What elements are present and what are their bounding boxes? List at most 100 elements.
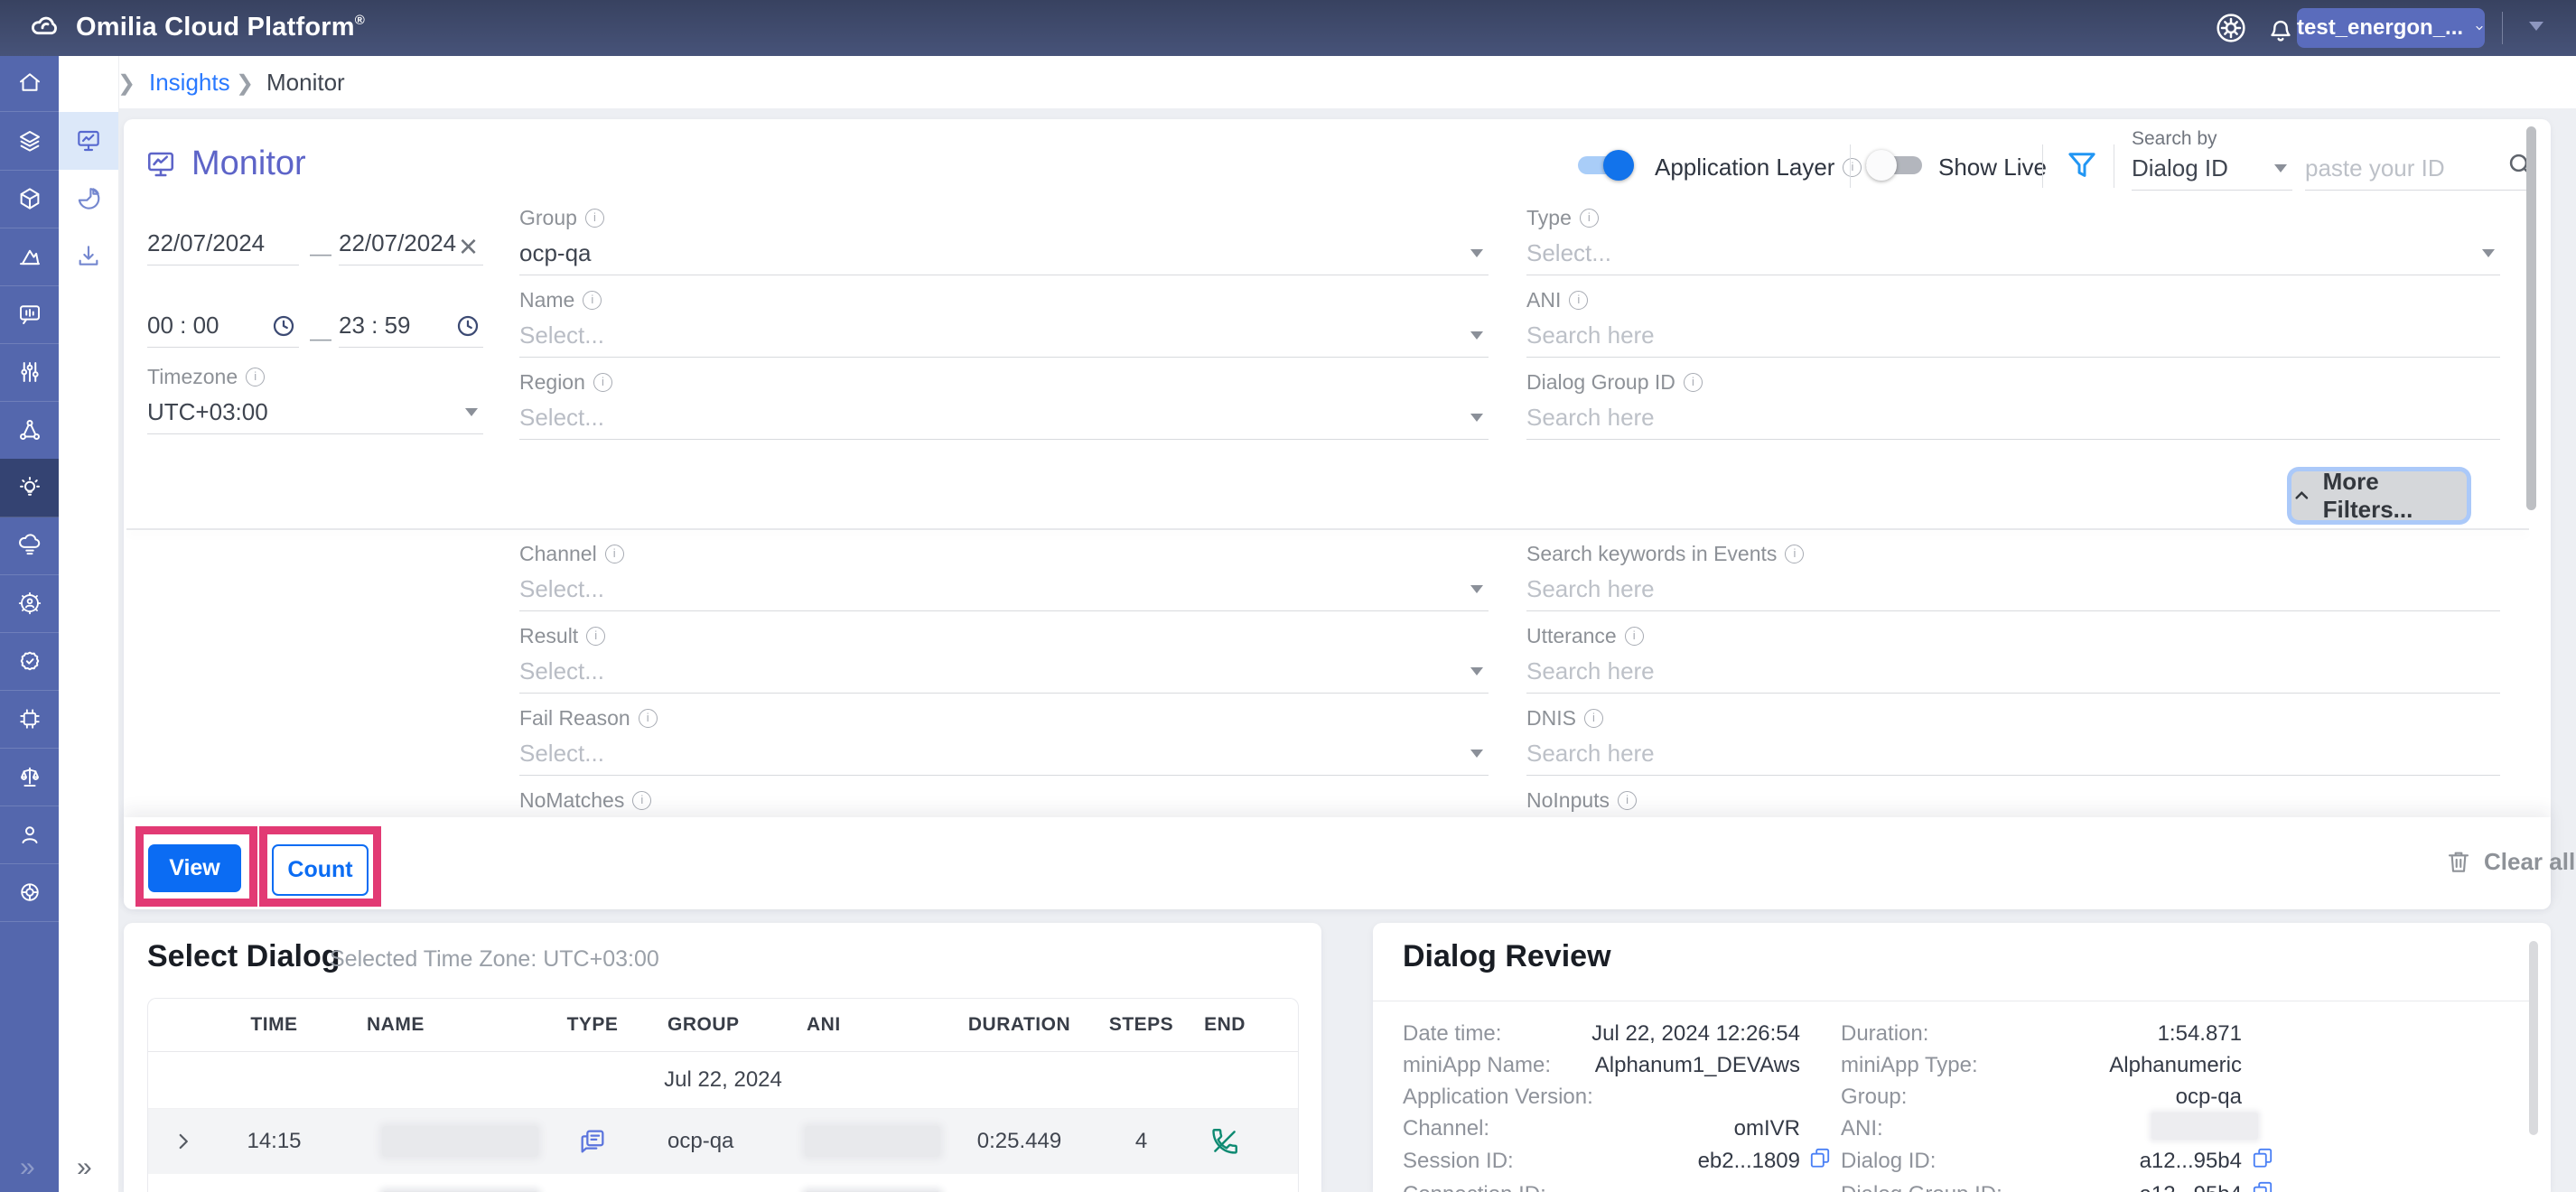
dialog-review-scrollbar[interactable] [2529, 941, 2538, 1135]
caret-down-icon [2274, 164, 2287, 172]
clear-dates-icon[interactable]: × [459, 228, 478, 265]
col-name[interactable]: NAME [331, 1014, 552, 1036]
col-ani[interactable]: ANI [778, 1014, 940, 1036]
dialog-transcript-icon[interactable] [577, 1126, 608, 1157]
kv-label: Duration: [1841, 1021, 1928, 1047]
info-icon[interactable] [1584, 709, 1603, 728]
type-select[interactable]: Select... [1526, 231, 2500, 275]
time-to-input[interactable]: 23 : 59 [339, 303, 483, 348]
info-icon[interactable] [1625, 627, 1644, 646]
cloud-logo-icon [27, 9, 63, 45]
col-end[interactable]: END [1184, 1014, 1265, 1036]
info-icon[interactable] [1618, 791, 1637, 810]
keywords-search-input[interactable] [1526, 567, 2500, 611]
sidebar-item-insights[interactable] [0, 459, 59, 517]
application-layer-toggle[interactable] [1578, 149, 1634, 182]
sidebar-item-integrations[interactable] [0, 690, 59, 749]
sidebar-item-flows[interactable] [0, 401, 59, 460]
kv-value: Alphanum1_DEVAws [1554, 1053, 1800, 1078]
date-from-input[interactable]: 22/07/2024 [147, 221, 299, 265]
col-duration[interactable]: DURATION [940, 1014, 1098, 1036]
account-menu-button[interactable]: test_energon_... [2297, 8, 2485, 48]
clock-icon[interactable] [454, 312, 481, 340]
more-filters-button[interactable]: More Filters... [2291, 471, 2467, 520]
sidebar-item-voice-dialogs[interactable] [0, 285, 59, 344]
region-label: Region [519, 370, 612, 395]
sidebar-item-home[interactable] [0, 53, 59, 112]
info-icon[interactable] [586, 627, 605, 646]
dialog-group-id-search-input[interactable] [1526, 396, 2500, 440]
clock-icon[interactable] [270, 312, 297, 340]
info-icon[interactable] [1569, 291, 1588, 310]
integrations-chip-icon [16, 705, 43, 732]
sidebar-item-layers[interactable] [0, 112, 59, 171]
dnis-search-input[interactable] [1526, 731, 2500, 776]
expand-row-icon[interactable] [172, 1130, 195, 1153]
fail-reason-select[interactable]: Select... [519, 731, 1489, 776]
channel-select[interactable]: Select... [519, 567, 1489, 611]
search-by-select[interactable]: Dialog ID [2132, 146, 2292, 191]
count-button[interactable]: Count [272, 844, 369, 896]
col-type[interactable]: TYPE [552, 1014, 633, 1036]
sidebar-item-admin[interactable] [0, 574, 59, 633]
utterance-label: Utterance [1526, 624, 1644, 648]
name-select[interactable]: Select... [519, 313, 1489, 358]
app-logo[interactable]: Omilia Cloud Platform® [27, 9, 365, 45]
info-icon[interactable] [246, 368, 265, 386]
subnav-item-exports[interactable] [59, 228, 118, 285]
clear-all-button[interactable]: Clear all [2444, 847, 2575, 876]
region-select[interactable]: Select... [519, 396, 1489, 440]
copy-icon[interactable] [2251, 1179, 2274, 1192]
sidebar-item-quality[interactable] [0, 632, 59, 691]
info-icon[interactable] [1843, 158, 1862, 177]
ani-search-input[interactable] [1526, 313, 2500, 358]
sidebar-item-orchestrator[interactable] [0, 343, 59, 402]
name-label: Name [519, 288, 602, 312]
sidebar-item-mini-apps[interactable] [0, 170, 59, 228]
filter-panel-scrollbar[interactable] [2526, 126, 2536, 510]
col-time[interactable]: TIME [218, 1014, 331, 1036]
time-from-input[interactable]: 00 : 00 [147, 303, 299, 348]
export-download-icon [74, 242, 103, 271]
show-live-toggle[interactable] [1866, 149, 1922, 182]
breadcrumb-link-insights[interactable]: Insights [149, 69, 230, 97]
result-select[interactable]: Select... [519, 649, 1489, 694]
info-icon[interactable] [1684, 373, 1703, 392]
sidebar-expand-icon[interactable]: » [20, 1152, 33, 1183]
table-row[interactable] [148, 1174, 1298, 1192]
filter-funnel-icon[interactable] [2063, 146, 2101, 184]
utterance-search-input[interactable] [1526, 649, 2500, 694]
sidebar-item-analytics[interactable] [0, 228, 59, 286]
info-icon[interactable] [639, 709, 658, 728]
info-icon[interactable] [632, 791, 651, 810]
mini-caret-icon[interactable] [2529, 22, 2543, 31]
info-icon[interactable] [583, 291, 602, 310]
sidebar-item-user[interactable] [0, 806, 59, 864]
subnav-expand-icon[interactable]: » [77, 1152, 90, 1183]
info-icon[interactable] [593, 373, 612, 392]
copy-icon[interactable] [1808, 1146, 1832, 1169]
group-select[interactable]: ocp-qa [519, 231, 1489, 275]
sidebar-item-support[interactable] [0, 863, 59, 922]
selected-timezone-note: Selected Time Zone: UTC+03:00 [330, 946, 659, 973]
copy-icon[interactable] [2251, 1146, 2274, 1169]
sidebar-item-cloud-services[interactable] [0, 517, 59, 575]
info-icon[interactable] [585, 209, 604, 228]
sidebar-item-compliance[interactable] [0, 748, 59, 806]
view-button[interactable]: View [148, 844, 241, 892]
settings-sun-icon[interactable] [2213, 10, 2249, 46]
info-icon[interactable] [605, 545, 624, 563]
notifications-bell-icon[interactable] [2263, 11, 2298, 45]
kv-label: Dialog ID: [1841, 1149, 1936, 1174]
col-group[interactable]: GROUP [633, 1014, 778, 1036]
subnav-item-monitor[interactable] [59, 112, 118, 170]
table-row[interactable]: 14:15 ocp-qa 0:25.449 4 [148, 1109, 1298, 1174]
timezone-select[interactable]: UTC+03:00 [147, 390, 483, 434]
dialog-id-search-input[interactable] [2305, 146, 2497, 191]
info-icon[interactable] [1785, 545, 1804, 563]
quality-badge-icon [16, 647, 43, 675]
info-icon[interactable] [1580, 209, 1599, 228]
col-steps[interactable]: STEPS [1098, 1014, 1184, 1036]
subnav-item-reports[interactable] [59, 170, 118, 228]
kv-value: a12...95b4 [2005, 1149, 2242, 1174]
